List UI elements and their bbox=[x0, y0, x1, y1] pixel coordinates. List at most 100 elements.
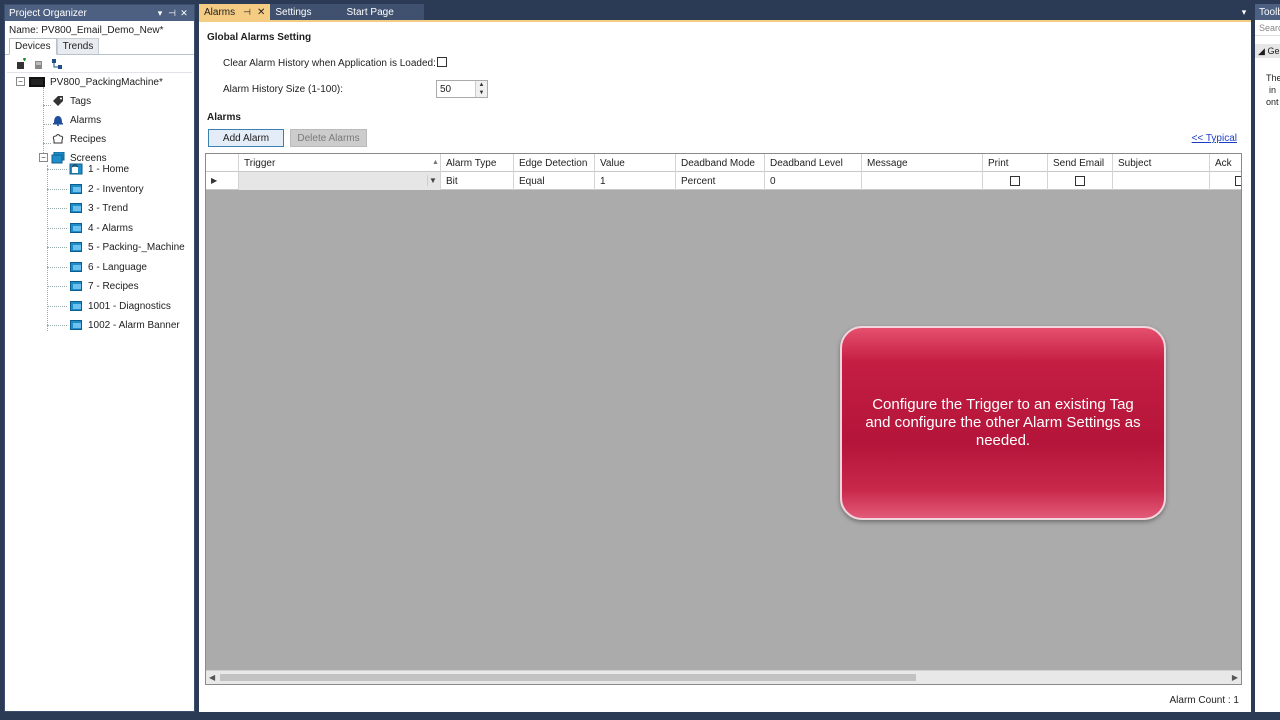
root-collapse-toggle[interactable]: − bbox=[16, 77, 25, 86]
dropdown-icon[interactable]: ▾ bbox=[154, 8, 166, 19]
organizer-tabs: Devices Trends bbox=[5, 38, 194, 55]
tag-icon bbox=[51, 95, 65, 107]
document-tabs: Alarms ⊣ ✕ Settings Start Page ▾ bbox=[199, 4, 1251, 20]
scroll-right-icon[interactable]: ▶ bbox=[1232, 673, 1238, 682]
value-cell[interactable]: 1 bbox=[595, 172, 676, 190]
spinner-arrows-icon[interactable]: ▲ ▼ bbox=[475, 81, 487, 97]
clear-history-label: Clear Alarm History when Application is … bbox=[223, 58, 436, 69]
close-icon[interactable]: ✕ bbox=[257, 7, 265, 18]
chevron-down-icon[interactable]: ▾ bbox=[1237, 4, 1251, 20]
tab-devices[interactable]: Devices bbox=[9, 38, 57, 55]
add-device-icon[interactable] bbox=[15, 57, 27, 70]
column-header-send-email[interactable]: Send Email bbox=[1048, 154, 1113, 172]
trigger-cell[interactable]: ▼ bbox=[239, 172, 441, 190]
remove-device-icon[interactable] bbox=[33, 58, 45, 70]
tree-item-tags[interactable]: Tags bbox=[51, 92, 91, 110]
tree-item-screen[interactable]: 2 - Inventory bbox=[69, 180, 144, 198]
tree-label: 4 - Alarms bbox=[88, 222, 134, 234]
project-name-row: Name: PV800_Email_Demo_New* bbox=[5, 21, 194, 39]
deadband-mode-cell[interactable]: Percent bbox=[676, 172, 765, 190]
tree-label: 3 - Trend bbox=[88, 202, 129, 214]
ack-checkbox[interactable] bbox=[1235, 176, 1241, 186]
scroll-left-icon[interactable]: ◀ bbox=[209, 673, 215, 682]
tree-item-screen[interactable]: 3 - Trend bbox=[69, 199, 128, 217]
history-size-label: Alarm History Size (1-100): bbox=[223, 84, 344, 95]
toolbox-search-input[interactable]: Search bbox=[1255, 20, 1280, 36]
column-header-message[interactable]: Message bbox=[862, 154, 983, 172]
alarm-count-status: Alarm Count : 1 bbox=[1169, 695, 1239, 706]
print-checkbox[interactable] bbox=[1010, 176, 1020, 186]
global-alarms-title: Global Alarms Setting bbox=[207, 32, 312, 43]
column-header-deadband-mode[interactable]: Deadband Mode bbox=[676, 154, 765, 172]
toolbox-panel: Toolbox Search ◢ General The in ont bbox=[1255, 4, 1280, 712]
tree-item-screen[interactable]: 1001 - Diagnostics bbox=[69, 297, 171, 315]
history-size-value: 50 bbox=[440, 83, 452, 95]
tree-item-root[interactable]: PV800_PackingMachine* bbox=[29, 73, 163, 91]
history-size-stepper[interactable]: 50 ▲ ▼ bbox=[436, 80, 488, 98]
add-alarm-button[interactable]: Add Alarm bbox=[208, 129, 284, 147]
scrollbar-thumb[interactable] bbox=[220, 674, 916, 681]
clear-history-checkbox[interactable] bbox=[437, 57, 447, 67]
tab-alarms[interactable]: Alarms ⊣ ✕ bbox=[199, 4, 271, 20]
tree-label: 1002 - Alarm Banner bbox=[88, 319, 180, 331]
toolbox-description: The in ont bbox=[1266, 73, 1280, 107]
pin-icon[interactable]: ⊣ bbox=[166, 8, 178, 19]
tree-item-screen[interactable]: 4 - Alarms bbox=[69, 219, 133, 237]
message-cell[interactable] bbox=[862, 172, 983, 190]
row-header[interactable]: ▶ bbox=[206, 172, 239, 190]
toolbox-group-general[interactable]: ◢ General bbox=[1255, 44, 1280, 58]
screens-icon bbox=[51, 151, 65, 164]
deadband-level-cell[interactable]: 0 bbox=[765, 172, 862, 190]
chevron-down-icon[interactable]: ▼ bbox=[427, 175, 438, 186]
tree-item-screen[interactable]: 5 - Packing-_Machine bbox=[69, 238, 185, 256]
typical-link[interactable]: << Typical bbox=[1192, 133, 1237, 144]
tab-label: Settings bbox=[275, 6, 312, 18]
row-header-corner bbox=[206, 154, 239, 172]
tree-label: 1 - Home bbox=[88, 163, 130, 175]
project-name-label: Name: bbox=[9, 24, 39, 36]
column-header-print[interactable]: Print bbox=[983, 154, 1048, 172]
grid-header: Trigger ▲ Alarm Type Edge Detection Valu… bbox=[206, 154, 1241, 172]
column-header-alarm-type[interactable]: Alarm Type bbox=[441, 154, 514, 172]
tree-label: 6 - Language bbox=[88, 261, 147, 273]
terminal-icon bbox=[29, 76, 45, 88]
tab-settings[interactable]: Settings bbox=[270, 4, 342, 20]
tree-item-screen[interactable]: 6 - Language bbox=[69, 258, 147, 276]
screen-icon bbox=[69, 300, 83, 312]
column-header-edge-detection[interactable]: Edge Detection bbox=[514, 154, 595, 172]
print-cell bbox=[983, 172, 1048, 190]
tree-item-screen[interactable]: 7 - Recipes bbox=[69, 277, 139, 295]
ack-cell bbox=[1210, 172, 1241, 190]
pin-icon[interactable]: ⊣ bbox=[243, 7, 251, 18]
delete-alarms-button[interactable]: Delete Alarms bbox=[290, 129, 367, 147]
horizontal-scrollbar[interactable]: ◀ ▶ bbox=[206, 670, 1241, 684]
sort-ascending-icon: ▲ bbox=[432, 159, 439, 166]
column-header-subject[interactable]: Subject bbox=[1113, 154, 1210, 172]
project-organizer-header: Project Organizer ▾ ⊣ ✕ bbox=[5, 5, 194, 21]
screen-icon bbox=[69, 202, 83, 214]
tree-item-screen[interactable]: 1002 - Alarm Banner bbox=[69, 316, 180, 334]
screens-collapse-toggle[interactable]: − bbox=[39, 153, 48, 162]
tree-item-screen[interactable]: 1 - Home bbox=[69, 160, 129, 178]
send-email-checkbox[interactable] bbox=[1075, 176, 1085, 186]
column-header-trigger[interactable]: Trigger bbox=[239, 154, 441, 172]
chef-hat-icon bbox=[51, 133, 65, 145]
alarm-type-cell[interactable]: Bit bbox=[441, 172, 514, 190]
close-icon[interactable]: ✕ bbox=[178, 8, 190, 19]
screen-icon bbox=[69, 280, 83, 292]
column-header-value[interactable]: Value bbox=[595, 154, 676, 172]
expand-triangle-icon: ◢ bbox=[1258, 45, 1265, 56]
subject-cell[interactable] bbox=[1113, 172, 1210, 190]
tree-item-recipes[interactable]: Recipes bbox=[51, 130, 106, 148]
table-row[interactable]: ▶ ▼ Bit Equal 1 Percent 0 bbox=[206, 172, 1241, 190]
tutorial-callout: Configure the Trigger to an existing Tag… bbox=[840, 326, 1166, 520]
edge-detection-cell[interactable]: Equal bbox=[514, 172, 595, 190]
hierarchy-icon[interactable] bbox=[51, 58, 63, 70]
tree-item-alarms[interactable]: Alarms bbox=[51, 111, 101, 129]
column-header-deadband-level[interactable]: Deadband Level bbox=[765, 154, 862, 172]
project-organizer-panel: Project Organizer ▾ ⊣ ✕ Name: PV800_Emai… bbox=[4, 4, 195, 712]
home-screen-icon bbox=[69, 163, 83, 175]
column-header-ack[interactable]: Ack bbox=[1210, 154, 1241, 172]
tab-start-page[interactable]: Start Page bbox=[341, 4, 424, 20]
tab-trends[interactable]: Trends bbox=[56, 38, 100, 54]
